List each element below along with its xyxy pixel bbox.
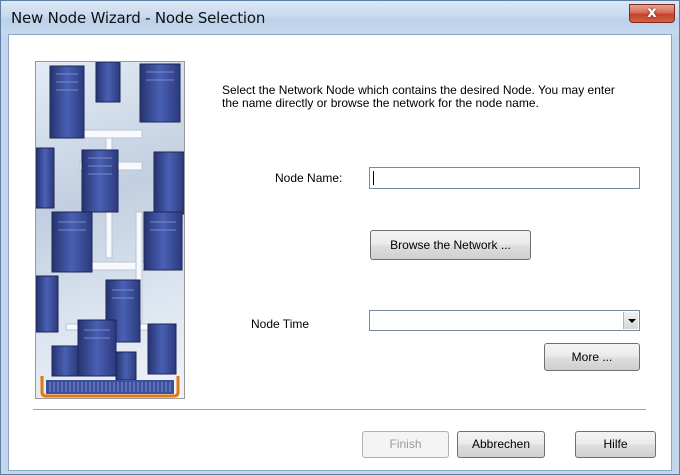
node-time-label: Node Time — [251, 317, 310, 331]
footer-divider — [33, 409, 646, 411]
window-title: New Node Wizard - Node Selection — [11, 9, 266, 27]
close-button[interactable]: x — [629, 3, 675, 23]
more-label: More ... — [571, 350, 613, 364]
instruction-text: Select the Network Node which contains t… — [222, 83, 615, 110]
text-caret — [373, 171, 374, 185]
node-name-input[interactable] — [369, 167, 640, 189]
network-servers-icon — [36, 62, 184, 398]
node-time-dropdown[interactable] — [369, 310, 640, 331]
node-name-label: Node Name: — [275, 171, 343, 185]
browse-network-button[interactable]: Browse the Network ... — [370, 230, 531, 260]
network-servers-illustration — [35, 61, 185, 399]
chevron-down-icon[interactable] — [623, 312, 638, 329]
title-bar[interactable]: New Node Wizard - Node Selection x — [1, 1, 679, 34]
browse-network-label: Browse the Network ... — [390, 238, 511, 252]
dialog-body: Select the Network Node which contains t… — [8, 34, 672, 471]
help-label: Hilfe — [603, 437, 628, 451]
wizard-window: New Node Wizard - Node Selection x Selec… — [0, 0, 680, 475]
more-button[interactable]: More ... — [544, 343, 640, 371]
finish-label: Finish — [389, 437, 422, 451]
help-button[interactable]: Hilfe — [575, 431, 656, 458]
cancel-label: Abbrechen — [471, 437, 531, 451]
finish-button[interactable]: Finish — [362, 431, 449, 458]
close-icon: x — [647, 3, 657, 21]
cancel-button[interactable]: Abbrechen — [457, 431, 545, 458]
